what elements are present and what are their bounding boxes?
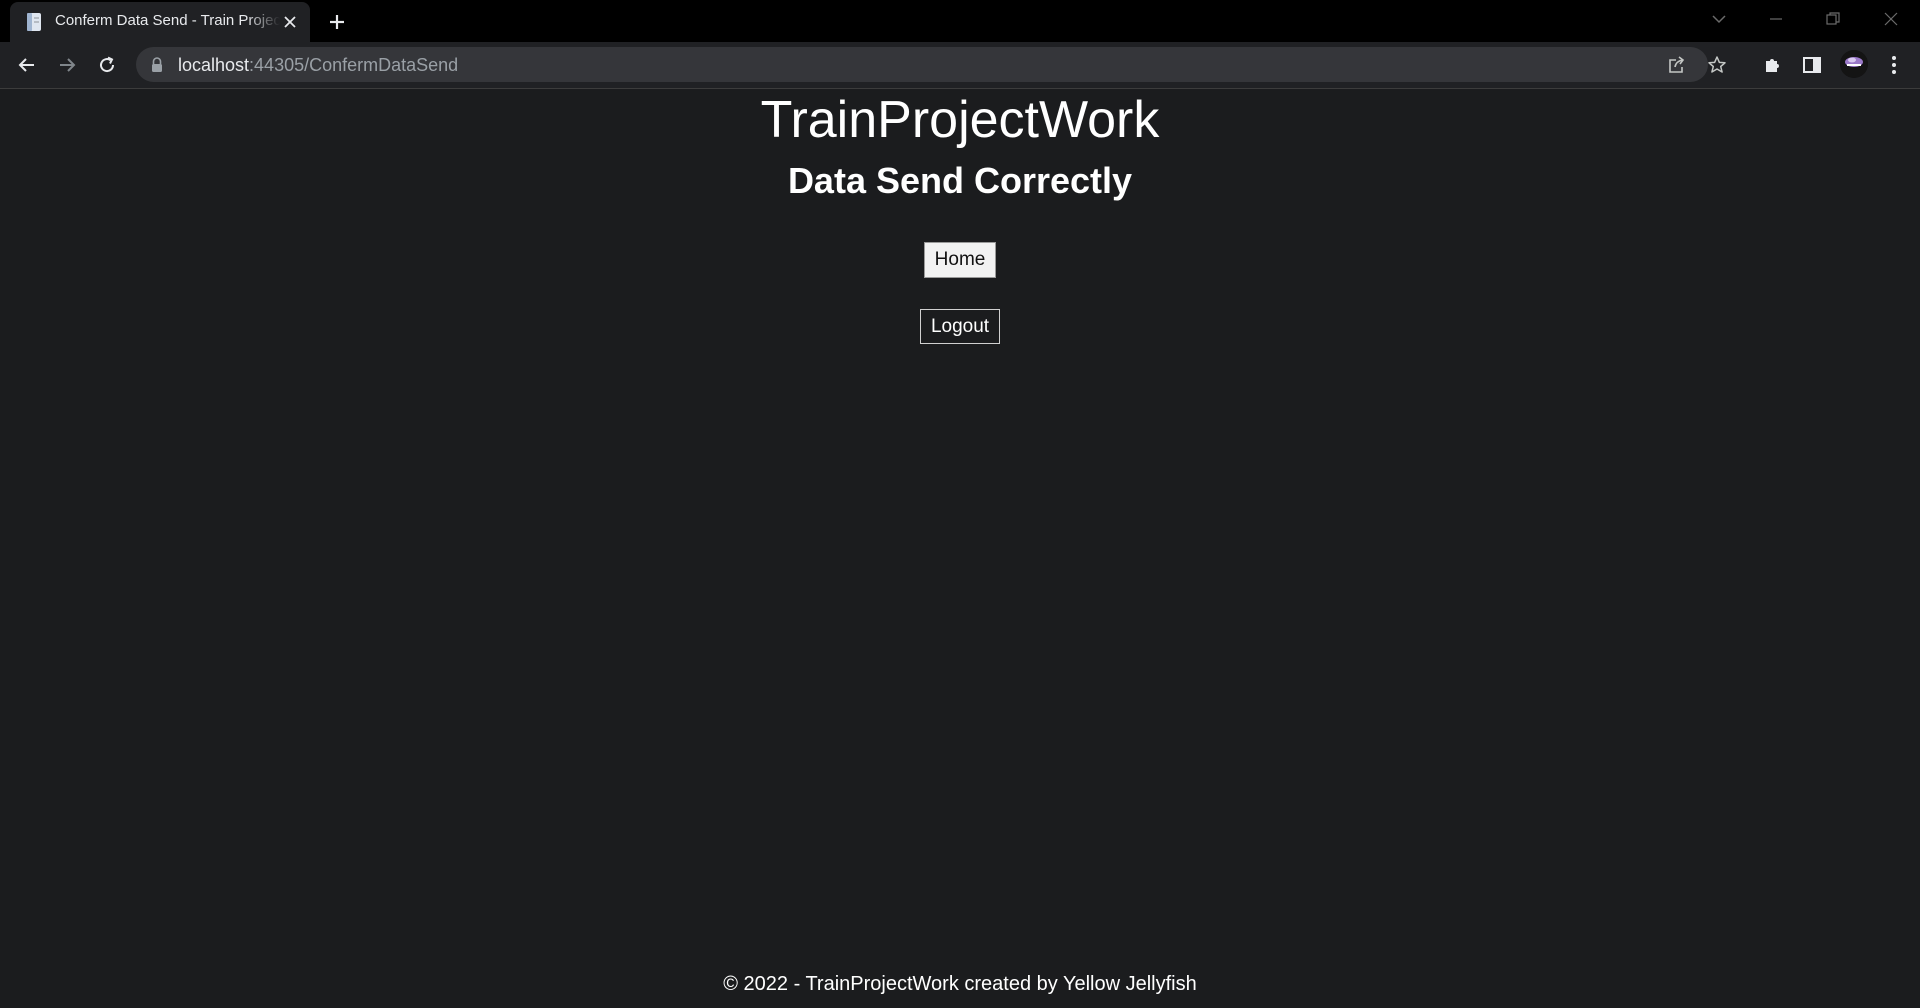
- address-bar[interactable]: localhost:44305/ConfermDataSend: [136, 47, 1726, 82]
- browser-tab-bar: Conferm Data Send - Train Project: [0, 0, 1920, 42]
- close-window-icon[interactable]: [1875, 6, 1907, 32]
- page-content: TrainProjectWork Data Send Correctly Hom…: [0, 89, 1920, 1008]
- profile-avatar[interactable]: [1840, 50, 1868, 78]
- footer-text: © 2022 - TrainProjectWork created by Yel…: [723, 973, 1197, 995]
- back-arrow-icon[interactable]: [13, 51, 41, 79]
- forward-arrow-icon[interactable]: [53, 51, 81, 79]
- browser-tab[interactable]: Conferm Data Send - Train Project: [10, 2, 310, 42]
- restore-icon[interactable]: [1817, 6, 1849, 32]
- site-title[interactable]: TrainProjectWork: [0, 89, 1920, 151]
- browser-toolbar: localhost:44305/ConfermDataSend: [0, 42, 1920, 89]
- reload-icon[interactable]: [93, 51, 121, 79]
- page-icon: [24, 12, 44, 32]
- minimize-icon[interactable]: [1760, 6, 1792, 32]
- share-icon[interactable]: [1666, 54, 1688, 76]
- lock-icon[interactable]: [150, 57, 164, 73]
- home-button[interactable]: Home: [924, 242, 996, 278]
- page-heading: Data Send Correctly: [787, 160, 1133, 201]
- logout-button[interactable]: Logout: [920, 309, 1000, 344]
- tab-search-chevron-icon[interactable]: [1703, 6, 1735, 32]
- tab-title: Conferm Data Send - Train Project: [55, 12, 280, 29]
- close-tab-icon[interactable]: [280, 12, 300, 32]
- extensions-puzzle-icon[interactable]: [1760, 53, 1784, 77]
- side-panel-icon[interactable]: [1800, 53, 1824, 77]
- url-host: localhost: [178, 55, 250, 75]
- url-text: localhost:44305/ConfermDataSend: [178, 55, 458, 76]
- new-tab-icon[interactable]: [325, 10, 349, 34]
- bookmark-star-icon[interactable]: [1706, 54, 1728, 76]
- url-path: :44305/ConfermDataSend: [249, 55, 459, 75]
- browser-menu-icon[interactable]: [1882, 53, 1906, 77]
